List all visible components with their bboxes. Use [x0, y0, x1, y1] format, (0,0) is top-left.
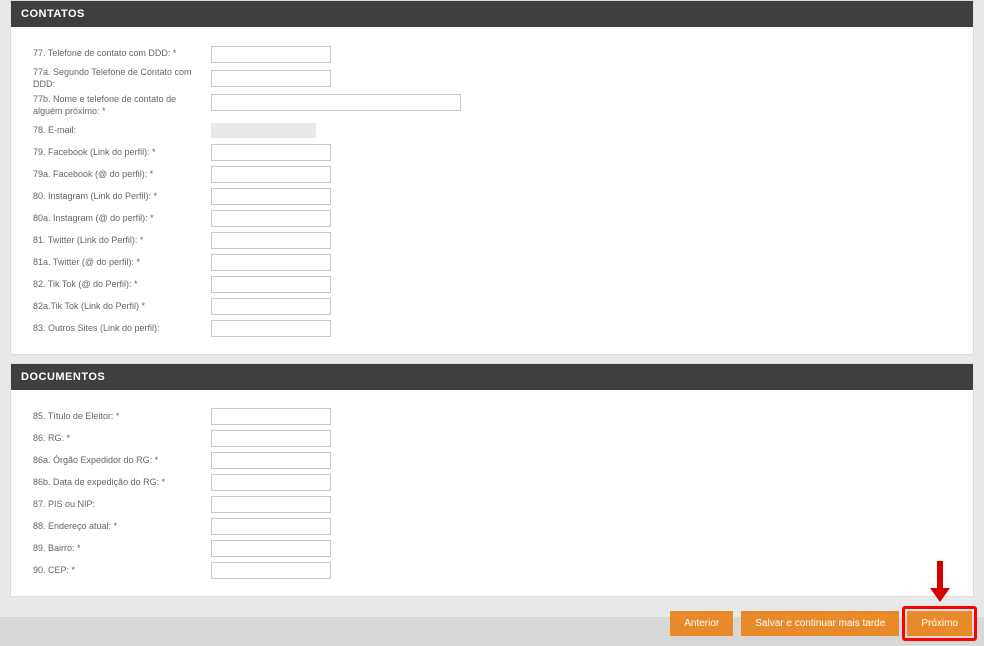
field-78: 78. E-mail: [33, 122, 951, 140]
contatos-panel: CONTATOS 77. Telefone de contato com DDD… [10, 0, 974, 355]
field-80a: 80a. Instagram (@ do perfil): * [33, 210, 951, 228]
label-87: 87. PIS ou NIP: [33, 499, 211, 511]
contatos-header: CONTATOS [11, 1, 973, 27]
label-77b: 77b. Nome e telefone de contato de algué… [33, 94, 211, 117]
label-82: 82. Tik Tok (@ do Perfil): * [33, 279, 211, 291]
input-contato-proximo[interactable] [211, 94, 461, 111]
label-82a: 82a.Tik Tok (Link do Perfil) * [33, 301, 211, 313]
input-twitter-link[interactable] [211, 232, 331, 249]
label-77: 77. Telefone de contato com DDD: * [33, 48, 211, 60]
field-87: 87. PIS ou NIP: [33, 496, 951, 514]
save-button[interactable]: Salvar e continuar mais tarde [741, 611, 899, 636]
nav-button-row: Anterior Salvar e continuar mais tarde P… [10, 605, 974, 646]
redacted-email [211, 123, 316, 138]
input-titulo-eleitor[interactable] [211, 408, 331, 425]
label-89: 89. Bairro: * [33, 543, 211, 555]
label-79: 79. Facebook (Link do perfil): * [33, 147, 211, 159]
input-bairro[interactable] [211, 540, 331, 557]
input-outros-sites[interactable] [211, 320, 331, 337]
field-89: 89. Bairro: * [33, 540, 951, 558]
documentos-body: 85. Título de Eleitor: * 86. RG: * 86a. … [11, 390, 973, 596]
input-orgao-expedidor[interactable] [211, 452, 331, 469]
field-79: 79. Facebook (Link do perfil): * [33, 144, 951, 162]
next-button[interactable]: Próximo [907, 611, 972, 636]
documentos-panel: DOCUMENTOS 85. Título de Eleitor: * 86. … [10, 363, 974, 597]
label-81a: 81a. Twitter (@ do perfil): * [33, 257, 211, 269]
field-83: 83. Outros Sites (Link do perfil): [33, 320, 951, 338]
field-86a: 86a. Órgão Expedidor do RG: * [33, 452, 951, 470]
input-facebook-at[interactable] [211, 166, 331, 183]
field-82a: 82a.Tik Tok (Link do Perfil) * [33, 298, 951, 316]
field-81: 81. Twitter (Link do Perfil): * [33, 232, 951, 250]
field-77a: 77a. Segundo Telefone de Contato com DDD… [33, 67, 951, 90]
label-85: 85. Título de Eleitor: * [33, 411, 211, 423]
field-79a: 79a. Facebook (@ do perfil): * [33, 166, 951, 184]
input-instagram-link[interactable] [211, 188, 331, 205]
documentos-header: DOCUMENTOS [11, 364, 973, 390]
input-tiktok-link[interactable] [211, 298, 331, 315]
input-tiktok-at[interactable] [211, 276, 331, 293]
form-page: CONTATOS 77. Telefone de contato com DDD… [0, 0, 984, 617]
label-83: 83. Outros Sites (Link do perfil): [33, 323, 211, 335]
label-77a: 77a. Segundo Telefone de Contato com DDD… [33, 67, 211, 90]
field-85: 85. Título de Eleitor: * [33, 408, 951, 426]
label-80a: 80a. Instagram (@ do perfil): * [33, 213, 211, 225]
input-cep[interactable] [211, 562, 331, 579]
input-segundo-telefone[interactable] [211, 70, 331, 87]
input-data-expedicao[interactable] [211, 474, 331, 491]
field-80: 80. Instagram (Link do Perfil): * [33, 188, 951, 206]
label-86a: 86a. Órgão Expedidor do RG: * [33, 455, 211, 467]
label-90: 90. CEP: * [33, 565, 211, 577]
label-79a: 79a. Facebook (@ do perfil): * [33, 169, 211, 181]
label-86: 86. RG: * [33, 433, 211, 445]
field-77: 77. Telefone de contato com DDD: * [33, 45, 951, 63]
input-instagram-at[interactable] [211, 210, 331, 227]
field-86: 86. RG: * [33, 430, 951, 448]
label-88: 88. Endereço atual: * [33, 521, 211, 533]
prev-button[interactable]: Anterior [670, 611, 733, 636]
input-endereco[interactable] [211, 518, 331, 535]
label-81: 81. Twitter (Link do Perfil): * [33, 235, 211, 247]
label-80: 80. Instagram (Link do Perfil): * [33, 191, 211, 203]
field-90: 90. CEP: * [33, 562, 951, 580]
input-pis-nip[interactable] [211, 496, 331, 513]
field-81a: 81a. Twitter (@ do perfil): * [33, 254, 951, 272]
label-86b: 86b. Data de expedição do RG: * [33, 477, 211, 489]
field-86b: 86b. Data de expedição do RG: * [33, 474, 951, 492]
input-telefone-ddd[interactable] [211, 46, 331, 63]
input-facebook-link[interactable] [211, 144, 331, 161]
contatos-body: 77. Telefone de contato com DDD: * 77a. … [11, 27, 973, 354]
input-rg[interactable] [211, 430, 331, 447]
input-twitter-at[interactable] [211, 254, 331, 271]
field-82: 82. Tik Tok (@ do Perfil): * [33, 276, 951, 294]
field-88: 88. Endereço atual: * [33, 518, 951, 536]
label-78: 78. E-mail: [33, 125, 211, 137]
field-77b: 77b. Nome e telefone de contato de algué… [33, 94, 951, 117]
